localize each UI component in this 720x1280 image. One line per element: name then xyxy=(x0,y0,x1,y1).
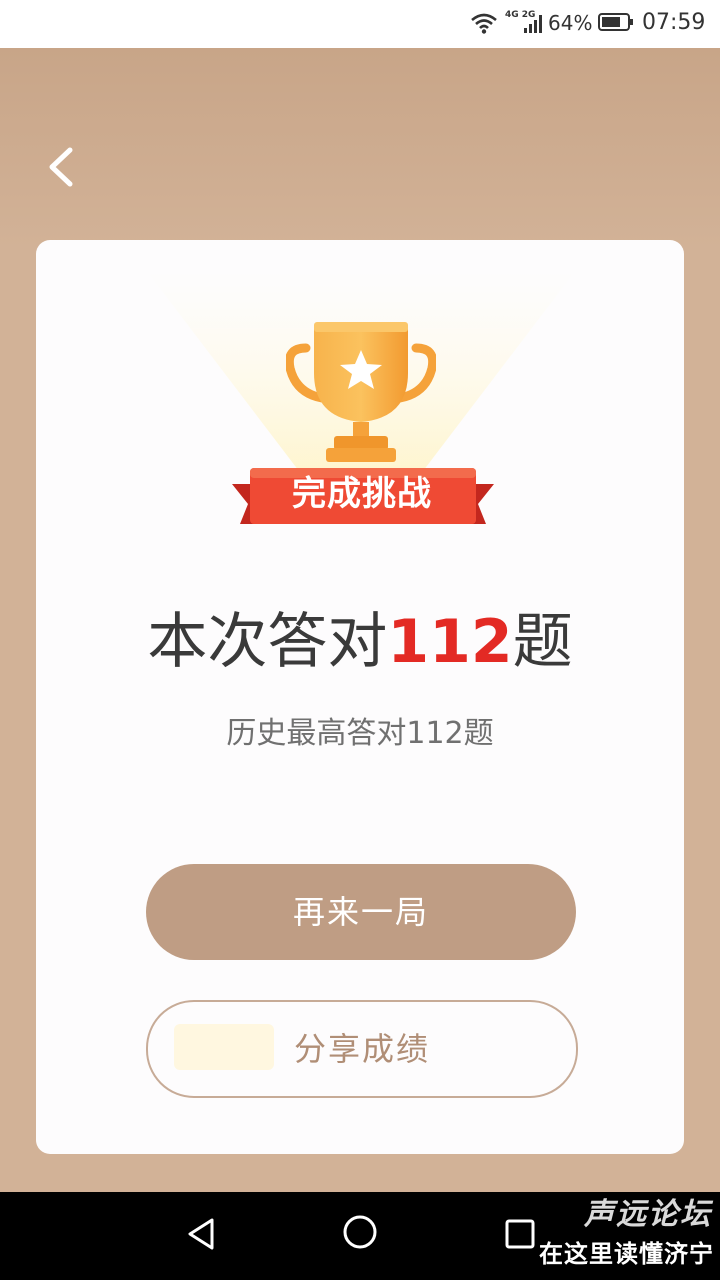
trophy-icon xyxy=(286,322,436,462)
navigation-bar: 声远论坛 在这里读懂济宁 xyxy=(0,1192,720,1280)
clock: 07:59 xyxy=(642,10,706,35)
header-background xyxy=(0,48,720,248)
wifi-icon xyxy=(471,13,497,34)
share-score-label: 分享成绩 xyxy=(293,1030,430,1068)
watermark-title: 声远论坛 xyxy=(584,1197,712,1232)
correct-count: 112 xyxy=(387,607,513,677)
back-button[interactable] xyxy=(40,142,82,192)
status-bar: 4G 2G 64% 07:59 xyxy=(0,0,720,48)
forum-watermark: 声远论坛 在这里读懂济宁 xyxy=(512,1196,718,1278)
battery-percent: 64% xyxy=(548,11,593,35)
circle-home-icon[interactable] xyxy=(338,1210,382,1254)
result-suffix: 题 xyxy=(512,607,573,677)
best-score-text: 历史最高答对112题 xyxy=(226,716,494,751)
result-prefix: 本次答对 xyxy=(147,607,388,677)
result-summary: 本次答对112题 xyxy=(36,602,684,682)
signal-icon: 4G 2G xyxy=(505,10,545,36)
battery-icon xyxy=(598,13,633,31)
triangle-back-icon[interactable] xyxy=(180,1212,224,1256)
share-score-button[interactable]: 分享成绩 xyxy=(146,1000,578,1098)
watermark-slogan: 在这里读懂济宁 xyxy=(539,1240,714,1268)
play-again-button[interactable]: 再来一局 xyxy=(146,864,576,960)
challenge-complete-badge: 完成挑战 xyxy=(292,474,432,514)
result-card: 完成挑战 本次答对112题 历史最高答对112题 再来一局 分享成绩 xyxy=(36,240,684,1154)
